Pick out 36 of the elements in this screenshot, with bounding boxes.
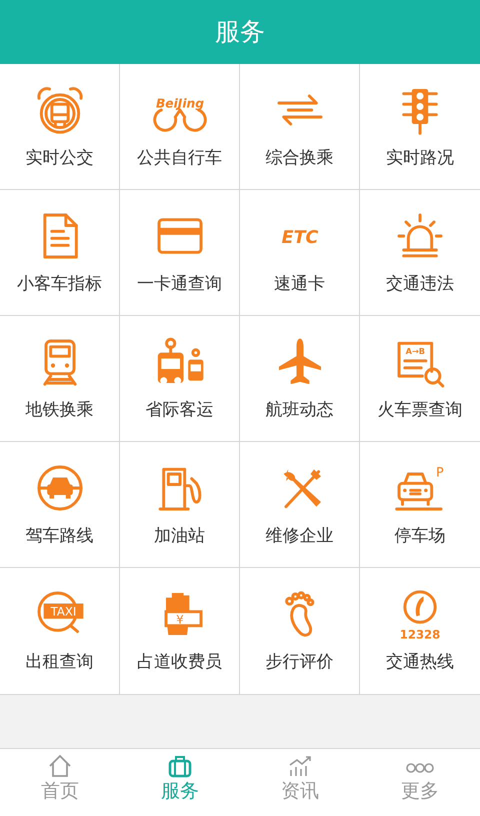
service-label: 实时公交 [26,147,94,170]
service-label: 一卡通查询 [137,273,222,296]
service-tile[interactable]: 加油站 [120,442,240,568]
service-label: 占道收费员 [137,651,222,674]
service-tile[interactable]: BeiJing 公共自行车 [120,64,240,190]
service-tile[interactable]: 地铁换乘 [0,316,120,442]
service-label: 航班动态 [266,399,334,422]
service-label: 公共自行车 [137,147,222,170]
briefcase-icon [166,753,194,779]
service-label: 停车场 [394,525,446,548]
service-label: 出租查询 [26,651,94,674]
three-circles-icon [406,763,434,773]
service-label: 维修企业 [266,525,334,548]
service-tile[interactable]: 一卡通查询 [120,190,240,316]
service-label: 小客车指标 [17,273,102,296]
service-label: 省际客运 [146,399,214,422]
service-label: 火车票查询 [378,399,462,422]
service-label: 地铁换乘 [26,399,94,422]
service-label: 综合换乘 [266,147,334,170]
service-label: 实时路况 [386,147,454,170]
service-label: 交通违法 [386,273,454,296]
etc-logo-icon: ETC [272,208,328,264]
service-label: 加油站 [154,525,205,548]
service-label: 步行评价 [266,651,334,674]
service-label: 交通热线 [386,651,454,674]
page-title: 服务 [215,16,265,48]
service-tile[interactable]: 驾车路线 [0,442,120,568]
service-label: 速通卡 [274,273,325,296]
service-tile[interactable]: 维修企业 [240,442,360,568]
service-tile[interactable]: 实时公交 [0,64,120,190]
service-tile[interactable]: ETC 速通卡 [240,190,360,316]
service-tile[interactable]: 综合换乘 [240,64,360,190]
service-label: 驾车路线 [26,525,94,548]
service-tile[interactable]: 航班动态 [240,316,360,442]
service-tile[interactable]: 省际客运 [120,316,240,442]
service-tile[interactable]: 小客车指标 [0,190,120,316]
